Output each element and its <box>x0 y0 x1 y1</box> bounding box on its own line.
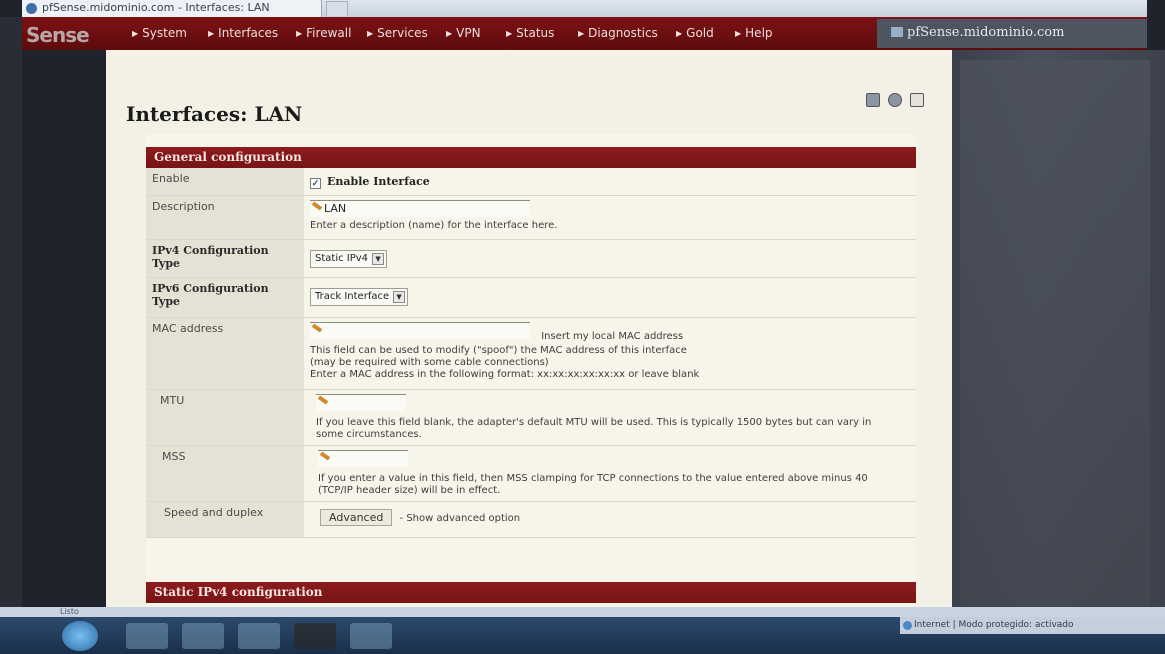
triangle-right-icon: ▶ <box>367 29 374 38</box>
insert-mac-link[interactable]: Insert my local MAC address <box>541 331 683 342</box>
mac-label: MAC address <box>146 318 304 389</box>
browser-status-bar: Listo <box>0 607 1165 617</box>
ipv4-type-label: IPv4 Configuration Type <box>146 240 304 277</box>
section-general-header: General configuration <box>146 147 916 168</box>
chevron-down-icon: ▼ <box>372 253 385 265</box>
mac-help-2: (may be required with some cable connect… <box>310 357 549 368</box>
speed-field: Advanced - Show advanced option <box>320 509 520 526</box>
nav-firewall[interactable]: ▶ Firewall <box>296 26 351 40</box>
nav-gold[interactable]: ▶ Gold <box>676 26 714 40</box>
mac-input[interactable] <box>310 322 530 339</box>
row-mtu: MTU If you leave this field blank, the a… <box>146 390 916 446</box>
mtu-input[interactable] <box>316 394 406 411</box>
ie-protected-mode-status: Internet | Modo protegido: activado <box>900 617 1165 634</box>
log-icon[interactable] <box>888 93 903 107</box>
row-mac-address: MAC address Insert my local MAC address … <box>146 318 916 390</box>
console-taskbar-icon[interactable] <box>294 623 336 649</box>
app-taskbar-icon[interactable] <box>350 623 392 649</box>
ipv6-type-field: Track Interface ▼ <box>310 288 409 306</box>
windows-taskbar: Internet | Modo protegido: activado <box>0 617 1165 654</box>
speed-label: Speed and duplex <box>146 502 304 537</box>
mtu-help: If you leave this field blank, the adapt… <box>316 417 872 440</box>
mss-field: If you enter a value in this field, then… <box>318 450 878 497</box>
ipv4-type-field: Static IPv4 ▼ <box>310 250 388 268</box>
mac-help-1: This field can be used to modify ("spoof… <box>310 345 687 356</box>
chevron-down-icon: ▼ <box>393 291 406 303</box>
triangle-right-icon: ▶ <box>578 29 585 38</box>
left-backdrop <box>0 17 22 617</box>
enable-field: ✓ Enable Interface <box>310 175 430 189</box>
pfsense-nav-bar: Sense ▶ System ▶ Interfaces ▶ Firewall ▶ Ser… <box>22 17 1147 50</box>
page-title: Interfaces: LAN <box>126 102 303 126</box>
nav-system[interactable]: ▶ System <box>132 26 187 40</box>
browser-tab[interactable]: pfSense.midominio.com - Interfaces: LAN <box>22 0 322 17</box>
form-panel: General configuration Enable ✓ Enable Int… <box>146 134 916 616</box>
nav-vpn[interactable]: ▶ VPN <box>446 26 481 40</box>
nav-status[interactable]: ▶ Status <box>506 26 554 40</box>
advanced-note: - Show advanced option <box>399 513 521 524</box>
description-field: LAN Enter a description (name) for the i… <box>310 200 557 232</box>
row-enable: Enable ✓ Enable Interface <box>146 168 916 196</box>
nav-help[interactable]: ▶ Help <box>735 26 773 40</box>
globe-icon <box>903 621 912 630</box>
description-label: Description <box>146 196 304 239</box>
advanced-button[interactable]: Advanced <box>320 509 393 526</box>
triangle-right-icon: ▶ <box>132 29 139 38</box>
triangle-right-icon: ▶ <box>735 29 742 38</box>
desktop-screen: pfSense.midominio.com - Interfaces: LAN … <box>0 0 1165 654</box>
start-button[interactable] <box>62 621 98 651</box>
mac-help-3: Enter a MAC address in the following for… <box>310 369 700 380</box>
mss-help: If you enter a value in this field, then… <box>318 473 868 496</box>
description-help: Enter a description (name) for the inter… <box>310 220 558 231</box>
ie-taskbar-icon[interactable] <box>126 623 168 649</box>
triangle-right-icon: ▶ <box>446 29 453 38</box>
enable-label: Enable <box>146 168 304 195</box>
row-speed-duplex: Speed and duplex Advanced - Show advance… <box>146 502 916 538</box>
help-icon[interactable] <box>910 93 925 107</box>
right-backdrop-inner <box>960 60 1150 616</box>
nav-services[interactable]: ▶ Services <box>367 26 428 40</box>
hostname-box[interactable]: pfSense.midominio.com <box>877 19 1147 48</box>
triangle-right-icon: ▶ <box>676 29 683 38</box>
pencil-icon <box>319 451 331 461</box>
enable-checkbox-label[interactable]: Enable Interface <box>327 175 430 188</box>
triangle-right-icon: ▶ <box>208 29 215 38</box>
row-ipv4-type: IPv4 Configuration Type Static IPv4 ▼ <box>146 240 916 278</box>
mtu-label: MTU <box>146 390 304 445</box>
main-page: Interfaces: LAN General configuration En… <box>106 50 952 616</box>
nav-interfaces[interactable]: ▶ Interfaces <box>208 26 278 40</box>
hostname-text: pfSense.midominio.com <box>907 25 1065 40</box>
add-widget-icon[interactable] <box>866 93 880 107</box>
mss-input[interactable] <box>318 450 408 467</box>
section-static-ipv4-header: Static IPv4 configuration <box>146 582 916 603</box>
row-ipv6-type: IPv6 Configuration Type Track Interface ▼ <box>146 278 916 318</box>
folder-taskbar-icon[interactable] <box>182 623 224 649</box>
row-description: Description LAN Enter a description (nam… <box>146 196 916 240</box>
status-text: Listo <box>60 607 79 616</box>
new-tab-button[interactable] <box>326 1 348 16</box>
tab-title: pfSense.midominio.com - Interfaces: LAN <box>42 1 270 14</box>
pfsense-logo[interactable]: Sense <box>26 23 90 47</box>
pencil-icon <box>317 395 329 405</box>
media-taskbar-icon[interactable] <box>238 623 280 649</box>
pencil-icon <box>311 201 323 211</box>
ipv6-type-select[interactable]: Track Interface ▼ <box>310 288 409 306</box>
network-icon <box>891 27 903 37</box>
triangle-right-icon: ▶ <box>506 29 513 38</box>
pencil-icon <box>311 323 323 333</box>
ipv6-type-label: IPv6 Configuration Type <box>146 278 304 317</box>
mss-label: MSS <box>146 446 304 501</box>
ipv4-type-select[interactable]: Static IPv4 ▼ <box>310 250 388 268</box>
description-input[interactable]: LAN <box>310 200 530 217</box>
favicon-icon <box>26 3 37 14</box>
enable-checkbox[interactable]: ✓ <box>310 178 321 189</box>
mtu-field: If you leave this field blank, the adapt… <box>316 394 896 441</box>
mac-field: Insert my local MAC address This field c… <box>310 322 699 381</box>
page-action-icons <box>866 92 927 111</box>
nav-diagnostics[interactable]: ▶ Diagnostics <box>578 26 658 40</box>
browser-tab-strip: pfSense.midominio.com - Interfaces: LAN <box>22 0 1147 17</box>
row-mss: MSS If you enter a value in this field, … <box>146 446 916 502</box>
triangle-right-icon: ▶ <box>296 29 303 38</box>
